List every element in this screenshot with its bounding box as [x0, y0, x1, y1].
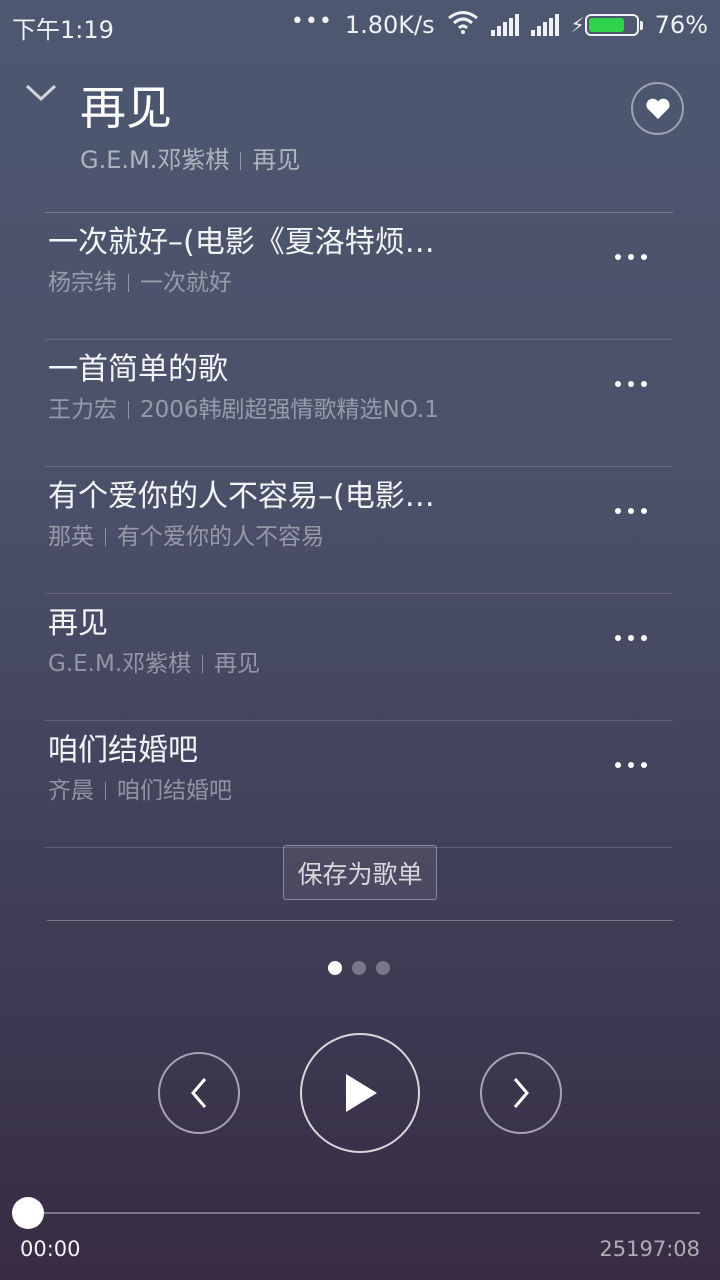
song-meta: 齐晨 咱们结婚吧	[48, 771, 232, 805]
status-bar: 下午1:19 ••• 1.80K/s ⚡ 76%	[0, 0, 720, 50]
list-item[interactable]: 再见 G.E.M.邓紫棋 再见	[45, 594, 673, 721]
page-dot[interactable]	[328, 961, 342, 975]
heart-icon	[645, 98, 670, 119]
song-artist: 王力宏	[48, 397, 117, 423]
more-button[interactable]	[611, 753, 651, 777]
progress-track[interactable]	[28, 1212, 700, 1214]
song-title: 有个爱你的人不容易–(电影…	[48, 479, 435, 514]
time-total: 25197:08	[599, 1237, 700, 1261]
song-title: 再见	[48, 606, 108, 641]
song-album: 有个爱你的人不容易	[117, 524, 324, 550]
song-meta: 那英 有个爱你的人不容易	[48, 517, 324, 551]
wifi-icon	[447, 10, 479, 40]
list-item[interactable]: 一次就好–(电影《夏洛特烦… 杨宗纬 一次就好	[45, 213, 673, 340]
time-elapsed: 00:00	[20, 1237, 81, 1261]
song-album: 咱们结婚吧	[117, 778, 232, 804]
more-button[interactable]	[611, 372, 651, 396]
song-artist: 那英	[48, 524, 94, 550]
more-dots-icon: •••	[290, 8, 333, 34]
more-button[interactable]	[611, 499, 651, 523]
more-button[interactable]	[611, 626, 651, 650]
signal-icon	[490, 14, 519, 36]
progress-knob[interactable]	[12, 1197, 44, 1229]
status-icons: ••• 1.80K/s ⚡ 76%	[290, 8, 708, 40]
song-title: 咱们结婚吧	[48, 733, 198, 768]
song-artist: G.E.M.邓紫棋	[48, 651, 192, 677]
play-button[interactable]	[300, 1033, 420, 1153]
song-title: 一首简单的歌	[48, 352, 228, 387]
favorite-button[interactable]	[631, 82, 684, 135]
song-album: 再见	[214, 651, 261, 677]
divider	[47, 920, 673, 921]
status-time: 下午1:19	[12, 16, 114, 44]
previous-icon	[191, 1078, 207, 1108]
now-playing-artist: G.E.M.邓紫棋	[80, 146, 230, 174]
song-album: 一次就好	[140, 270, 232, 296]
more-button[interactable]	[611, 245, 651, 269]
next-icon	[513, 1078, 529, 1108]
list-item[interactable]: 一首简单的歌 王力宏 2006韩剧超强情歌精选NO.1	[45, 340, 673, 467]
now-playing-title: 再见	[80, 81, 172, 135]
song-meta: 杨宗纬 一次就好	[48, 263, 232, 297]
previous-button[interactable]	[158, 1052, 240, 1134]
song-title: 一次就好–(电影《夏洛特烦…	[48, 225, 435, 260]
playlist: 一次就好–(电影《夏洛特烦… 杨宗纬 一次就好 一首简单的歌 王力宏 2006韩剧超…	[45, 212, 673, 848]
battery-percent: 76%	[654, 11, 708, 39]
song-meta: 王力宏 2006韩剧超强情歌精选NO.1	[48, 390, 439, 424]
list-item[interactable]: 有个爱你的人不容易–(电影… 那英 有个爱你的人不容易	[45, 467, 673, 594]
song-meta: G.E.M.邓紫棋 再见	[48, 644, 260, 678]
song-artist: 齐晨	[48, 778, 94, 804]
signal-icon	[530, 14, 559, 36]
battery-icon: ⚡	[571, 13, 643, 37]
save-playlist-button[interactable]: 保存为歌单	[283, 845, 437, 900]
page-dot[interactable]	[376, 961, 390, 975]
chevron-down-icon[interactable]	[24, 82, 58, 104]
page-indicator	[328, 961, 390, 975]
now-playing-subtitle: G.E.M.邓紫棋 再见	[80, 140, 300, 175]
network-speed: 1.80K/s	[344, 11, 435, 39]
song-artist: 杨宗纬	[48, 270, 117, 296]
battery-fill	[588, 18, 624, 32]
song-album: 2006韩剧超强情歌精选NO.1	[140, 397, 439, 423]
list-item[interactable]: 咱们结婚吧 齐晨 咱们结婚吧	[45, 721, 673, 848]
now-playing-album: 再见	[252, 146, 301, 174]
play-icon	[346, 1074, 377, 1112]
charging-icon: ⚡	[570, 13, 585, 37]
next-button[interactable]	[480, 1052, 562, 1134]
page-dot[interactable]	[352, 961, 366, 975]
